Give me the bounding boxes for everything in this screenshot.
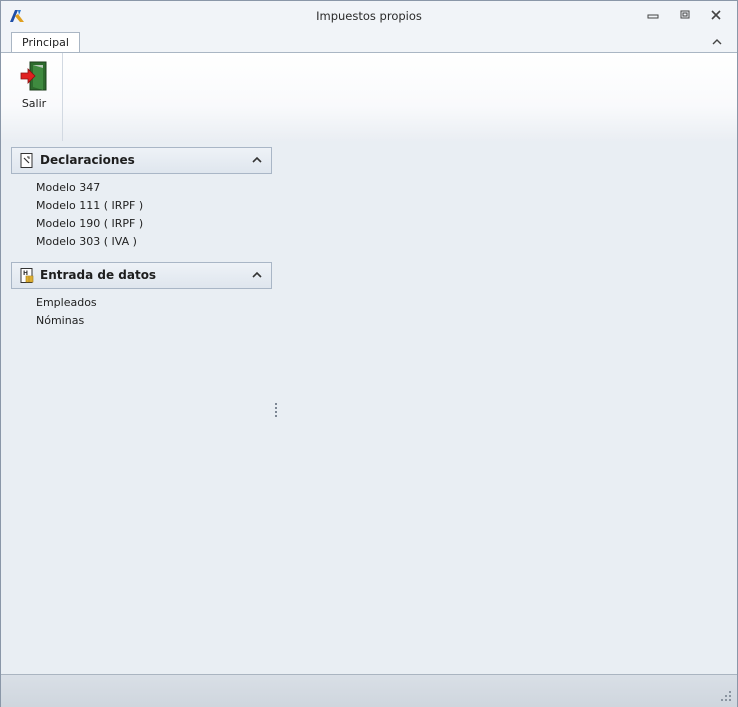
document-icon — [20, 153, 33, 168]
nav-item-modelo-347[interactable]: Modelo 347 — [36, 181, 100, 194]
exit-button-label: Salir — [21, 97, 47, 110]
nav-group-title: Entrada de datos — [40, 268, 157, 282]
close-button[interactable] — [705, 6, 727, 24]
ribbon-group-main: Salir — [1, 53, 63, 141]
ribbon-collapse-button[interactable] — [709, 34, 725, 48]
app-window: Impuestos propios Principal Salir Declar… — [0, 0, 738, 707]
chevron-up-icon[interactable] — [251, 155, 263, 165]
minimize-button[interactable] — [642, 6, 664, 24]
data-sheet-icon: H — [20, 268, 34, 283]
exit-door-icon — [20, 61, 47, 91]
ribbon-tab-row: Principal — [1, 30, 737, 53]
nav-group-header-declaraciones[interactable]: Declaraciones — [11, 147, 272, 174]
restore-icon — [680, 10, 690, 19]
panel-splitter-handle[interactable] — [275, 403, 278, 419]
minimize-icon — [647, 14, 659, 19]
maximize-button[interactable] — [674, 6, 696, 24]
status-bar — [1, 674, 737, 707]
nav-item-modelo-190[interactable]: Modelo 190 ( IRPF ) — [36, 217, 143, 230]
ribbon-panel: Salir — [1, 52, 737, 142]
nav-group-header-entrada-de-datos[interactable]: H Entrada de datos — [11, 262, 272, 289]
nav-item-nominas[interactable]: Nóminas — [36, 314, 84, 327]
tab-principal[interactable]: Principal — [11, 32, 80, 53]
main-content: Declaraciones Modelo 347 Modelo 111 ( IR… — [1, 141, 737, 674]
resize-grip-icon[interactable] — [721, 691, 731, 701]
nav-group-title: Declaraciones — [40, 153, 135, 167]
nav-item-modelo-111[interactable]: Modelo 111 ( IRPF ) — [36, 199, 143, 212]
chevron-up-icon — [712, 38, 722, 44]
nav-item-modelo-303[interactable]: Modelo 303 ( IVA ) — [36, 235, 137, 248]
chevron-up-icon[interactable] — [251, 270, 263, 280]
nav-item-empleados[interactable]: Empleados — [36, 296, 97, 309]
title-bar[interactable]: Impuestos propios — [1, 1, 737, 30]
window-title: Impuestos propios — [316, 9, 422, 23]
exit-button[interactable]: Salir — [10, 59, 58, 113]
close-icon — [711, 10, 721, 20]
